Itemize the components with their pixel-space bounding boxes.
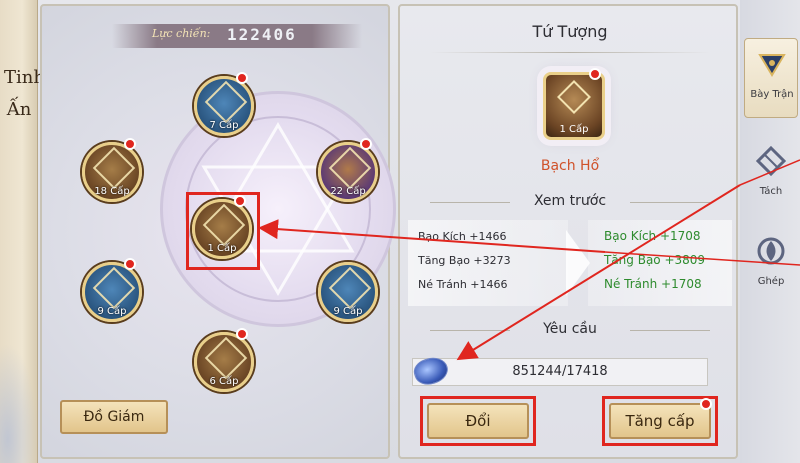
power-bar: Lực chiến: 122406 [112, 24, 362, 48]
node-level: 18 Cấp [94, 186, 130, 197]
notification-dot [124, 138, 136, 150]
tab-formation-label: Bày Trận [750, 89, 794, 100]
selected-node-highlight [186, 192, 260, 270]
detail-panel: Tứ Tượng 1 Cấp Bạch Hổ Xem trước Bạo Kíc… [398, 4, 738, 459]
sidebar: Bày Trận Tách Ghép [740, 0, 800, 463]
title-line-2: Ấn [6, 99, 32, 120]
preview-heading: Xem trước [533, 193, 607, 209]
node-level: 6 Cấp [209, 376, 239, 387]
panel-title: Tứ Tượng [532, 22, 608, 41]
requirement-value: 851244/17418 [512, 364, 608, 379]
section-divider [630, 202, 710, 203]
tab-merge[interactable]: Ghép [744, 226, 798, 306]
stats-current: Bạo Kích +1466 Tăng Bạo +3273 Né Tránh +… [408, 220, 568, 306]
tiger-sigil-icon [557, 80, 591, 114]
sun-sigil-icon [204, 336, 248, 380]
formation-panel: Lực chiến: 122406 7 Cấp 18 Cấp 22 Cấp 1 … [40, 4, 396, 459]
notification-dot [236, 72, 248, 84]
notification-dot [124, 258, 136, 270]
notification-dot [360, 138, 372, 150]
stat-current-crit-dmg: Tăng Bạo +3273 [418, 254, 511, 267]
spiral-merge-icon [757, 237, 785, 265]
triangle-formation-icon [758, 54, 786, 77]
stats-comparison: Bạo Kích +1466 Tăng Bạo +3273 Né Tránh +… [408, 220, 732, 306]
title-strip: Tinh Ấn [0, 0, 45, 463]
stat-next-crit-dmg: Tăng Bạo +3809 [604, 253, 706, 267]
notification-dot [700, 398, 712, 410]
preview-name: Bạch Hổ [540, 158, 600, 174]
tab-split[interactable]: Tách [744, 136, 798, 216]
stat-next-crit: Bạo Kích +1708 [604, 229, 701, 243]
tab-split-label: Tách [759, 186, 783, 197]
split-diamond-icon [756, 146, 786, 176]
crystal-sigil-icon [92, 266, 136, 310]
node-level: 7 Cấp [209, 120, 239, 131]
formation-node-top[interactable]: 7 Cấp [194, 76, 254, 136]
node-level: 9 Cấp [97, 306, 127, 317]
power-label: Lực chiến: [152, 27, 211, 40]
wing-decoration [0, 343, 38, 463]
cross-sigil-icon [328, 146, 372, 190]
title-line-1: Tinh [4, 67, 45, 88]
formation-node-upper-right[interactable]: 22 Cấp [318, 142, 378, 202]
notification-dot [236, 328, 248, 340]
stats-next: Bạo Kích +1708 Tăng Bạo +3809 Né Tránh +… [588, 220, 732, 306]
tab-merge-label: Ghép [757, 276, 785, 287]
formation-node-upper-left[interactable]: 18 Cấp [82, 142, 142, 202]
formation-node-lower-left[interactable]: 9 Cấp [82, 262, 142, 322]
exchange-button[interactable]: Đổi [427, 403, 529, 439]
requirement-heading: Yêu cầu [543, 321, 597, 337]
stat-current-crit: Bạo Kích +1466 [418, 230, 507, 243]
stat-current-dodge: Né Tránh +1466 [418, 278, 508, 291]
vertical-title: Tinh Ấn [4, 62, 45, 126]
star-sigil-icon [328, 266, 372, 310]
exchange-button-highlight: Đổi [420, 396, 536, 446]
stat-next-dodge: Né Tránh +1708 [604, 277, 702, 291]
crown-sigil-icon [92, 146, 136, 190]
section-divider [630, 330, 710, 331]
node-level: 22 Cấp [330, 186, 366, 197]
node-level: 9 Cấp [333, 306, 363, 317]
power-value: 122406 [227, 25, 297, 44]
formation-node-bottom[interactable]: 6 Cấp [194, 332, 254, 392]
tab-formation[interactable]: Bày Trận [744, 38, 798, 118]
preview-item: 1 Cấp [543, 72, 605, 140]
notification-dot [589, 68, 601, 80]
game-window: Tinh Ấn Lực chiến: 122406 7 Cấp 18 Cấp 2… [0, 0, 800, 463]
upgrade-button[interactable]: Tăng cấp [609, 403, 711, 439]
preview-level: 1 Cấp [559, 124, 589, 135]
formation-node-lower-right[interactable]: 9 Cấp [318, 262, 378, 322]
arrow-right-icon [566, 230, 590, 296]
title-divider [430, 52, 710, 53]
cube-sigil-icon [204, 80, 248, 124]
collection-button[interactable]: Đồ Giám [60, 400, 168, 434]
